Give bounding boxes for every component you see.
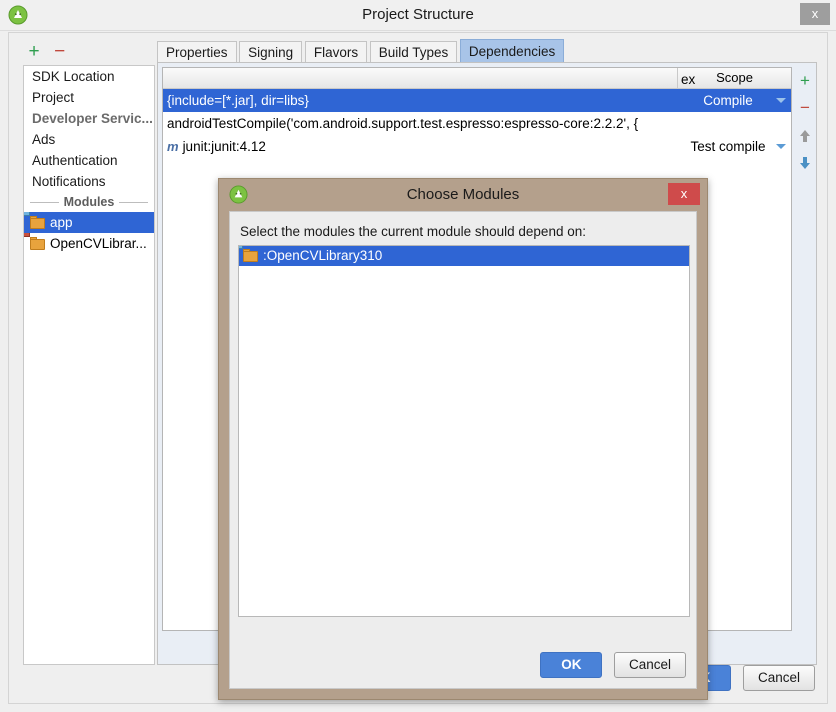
dialog-cancel-button[interactable]: Cancel xyxy=(613,652,686,678)
sidebar-item-label: OpenCVLibrar... xyxy=(50,236,147,251)
modules-list[interactable]: :OpenCVLibrary310 xyxy=(238,245,690,617)
sidebar-item-sdk-location[interactable]: SDK Location xyxy=(24,66,154,87)
tab-bar: Properties Signing Flavors Build Types D… xyxy=(157,39,817,63)
chevron-down-icon[interactable] xyxy=(776,144,786,149)
dependency-name-label: junit:junit:4.12 xyxy=(182,139,266,154)
table-row[interactable]: androidTestCompile('com.android.support.… xyxy=(163,72,791,135)
sidebar-toolbar: + − xyxy=(23,41,143,65)
add-dependency-button[interactable]: + xyxy=(796,67,814,94)
sidebar-item-app[interactable]: app xyxy=(24,212,154,233)
maven-icon: m xyxy=(167,139,179,154)
tab-flavors[interactable]: Flavors xyxy=(304,41,368,63)
sidebar-list[interactable]: SDK Location Project Developer Servic...… xyxy=(23,65,155,665)
tab-signing[interactable]: Signing xyxy=(239,41,303,63)
dependency-name: androidTestCompile('com.android.support.… xyxy=(167,116,639,131)
project-structure-window: Project Structure x + − SDK Location Pro… xyxy=(0,0,836,712)
sidebar-item-label: app xyxy=(50,215,73,230)
remove-module-button[interactable]: − xyxy=(49,41,71,63)
dependency-overflow-text: ex xyxy=(681,72,696,87)
dependency-toolbar: + − xyxy=(796,67,814,187)
sidebar-item-ads[interactable]: Ads xyxy=(24,129,154,150)
table-row[interactable]: m junit:junit:4.12 Test compile xyxy=(163,135,791,158)
window-titlebar: Project Structure x xyxy=(0,0,836,31)
table-header: Scope xyxy=(163,68,791,89)
library-folder-icon xyxy=(24,233,46,251)
close-icon[interactable]: x xyxy=(668,183,700,205)
table-row[interactable]: {include=[*.jar], dir=libs} Compile xyxy=(163,89,791,112)
dependency-name: m junit:junit:4.12 xyxy=(163,135,681,158)
scope-value: Compile xyxy=(703,93,753,108)
add-module-button[interactable]: + xyxy=(23,41,45,63)
remove-dependency-button[interactable]: − xyxy=(796,94,814,121)
list-item-label: :OpenCVLibrary310 xyxy=(263,248,383,263)
dependency-scope[interactable]: Compile xyxy=(681,89,791,112)
tab-dependencies[interactable]: Dependencies xyxy=(459,39,565,63)
modules-separator-label: Modules xyxy=(58,195,120,209)
sidebar-item-opencvlibrary[interactable]: OpenCVLibrar... xyxy=(24,233,154,254)
dialog-body: Select the modules the current module sh… xyxy=(229,211,697,689)
choose-modules-dialog: Choose Modules x Select the modules the … xyxy=(218,178,708,700)
chevron-down-icon[interactable] xyxy=(776,98,786,103)
cancel-button[interactable]: Cancel xyxy=(742,665,815,691)
tab-properties[interactable]: Properties xyxy=(157,41,237,63)
module-folder-icon xyxy=(239,246,259,263)
column-header-name[interactable] xyxy=(163,68,678,88)
sidebar-item-developer-services[interactable]: Developer Servic... xyxy=(24,108,154,129)
page-title: Project Structure xyxy=(362,6,474,23)
modules-separator: Modules xyxy=(24,192,154,212)
dialog-title: Choose Modules xyxy=(406,186,520,203)
dependency-scope[interactable] xyxy=(681,112,791,135)
sidebar-item-project[interactable]: Project xyxy=(24,87,154,108)
dialog-button-bar: OK Cancel xyxy=(532,652,686,678)
move-down-button[interactable] xyxy=(796,148,814,175)
move-up-button[interactable] xyxy=(796,121,814,148)
dialog-ok-button[interactable]: OK xyxy=(540,652,603,678)
scope-value: Test compile xyxy=(690,139,766,154)
dependency-scope[interactable]: Test compile xyxy=(681,135,791,158)
close-icon[interactable]: x xyxy=(800,3,830,25)
module-folder-icon xyxy=(24,212,46,230)
tab-build-types[interactable]: Build Types xyxy=(369,41,458,63)
sidebar-item-notifications[interactable]: Notifications xyxy=(24,171,154,192)
list-item[interactable]: :OpenCVLibrary310 xyxy=(239,246,689,266)
sidebar-item-authentication[interactable]: Authentication xyxy=(24,150,154,171)
dialog-titlebar: Choose Modules x xyxy=(219,179,707,211)
dialog-prompt: Select the modules the current module sh… xyxy=(240,224,586,239)
dependency-name: {include=[*.jar], dir=libs} xyxy=(167,93,309,108)
